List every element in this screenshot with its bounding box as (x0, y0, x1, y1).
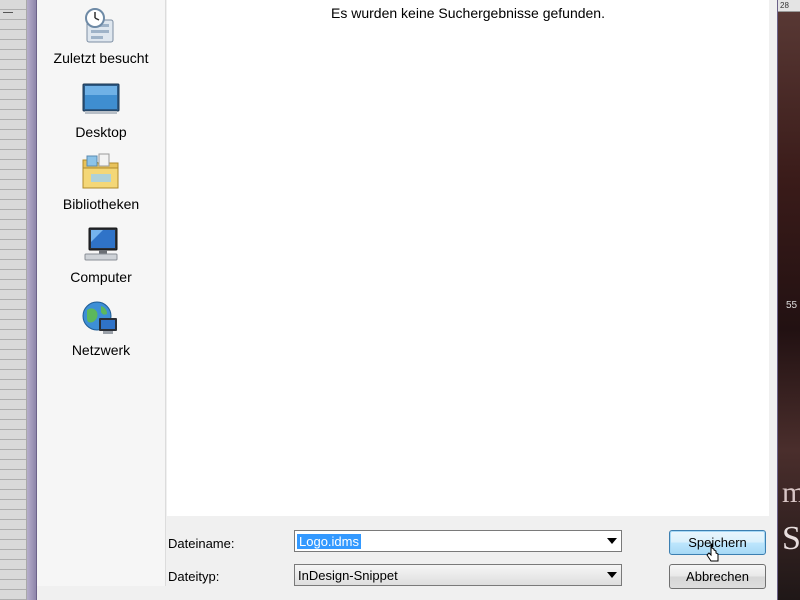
ruler-ticks (0, 0, 26, 600)
sidebar-item-label: Bibliotheken (62, 196, 140, 212)
dialog-frame-left (27, 0, 36, 600)
desktop-icon (82, 83, 120, 114)
mouse-cursor-icon (706, 543, 719, 562)
background-letter-s: S (782, 520, 800, 557)
save-dialog: Zuletzt besucht Desktop Bibliotheken Com… (36, 0, 778, 600)
computer-icon (84, 227, 118, 261)
filetype-select[interactable]: InDesign-Snippet (294, 564, 622, 586)
filetype-value: InDesign-Snippet (298, 568, 398, 583)
filetype-label: Dateityp: (168, 569, 220, 584)
sidebar-item-label: Computer (70, 269, 132, 285)
sidebar-item-label: Desktop (75, 124, 127, 140)
sidebar-item-label: Zuletzt besucht (53, 50, 149, 66)
sidebar-item-desktop[interactable]: Desktop (37, 80, 165, 140)
no-results-message: Es wurden keine Suchergebnisse gefunden. (331, 5, 605, 21)
filename-label: Dateiname: (168, 536, 235, 551)
background-letter-m: m (782, 476, 800, 509)
background-ruler-number: 28 (778, 0, 800, 12)
filename-value: Logo.idms (297, 534, 361, 549)
recent-places-icon (85, 8, 114, 43)
filename-input[interactable]: Logo.idms (294, 530, 622, 552)
file-list-area[interactable]: Es wurden keine Suchergebnisse gefunden. (167, 0, 769, 516)
background-number: 55 (786, 300, 798, 311)
ruler-mark (3, 12, 13, 13)
navigation-pane: Zuletzt besucht Desktop Bibliotheken Com… (37, 0, 166, 586)
background-document: 28 55 m S (778, 0, 800, 600)
libraries-folder-icon (82, 153, 119, 189)
sidebar-item-label: Netzwerk (71, 342, 131, 358)
sidebar-item-recent-places[interactable]: Zuletzt besucht (37, 6, 165, 66)
sidebar-item-computer[interactable]: Computer (37, 225, 165, 285)
cancel-button[interactable]: Abbrechen (669, 564, 766, 589)
chevron-down-icon[interactable] (607, 538, 617, 544)
background-ruler (0, 0, 27, 600)
sidebar-item-network[interactable]: Netzwerk (37, 298, 165, 358)
chevron-down-icon[interactable] (607, 572, 617, 578)
sidebar-item-libraries[interactable]: Bibliotheken (37, 152, 165, 212)
network-globe-icon (82, 301, 117, 334)
